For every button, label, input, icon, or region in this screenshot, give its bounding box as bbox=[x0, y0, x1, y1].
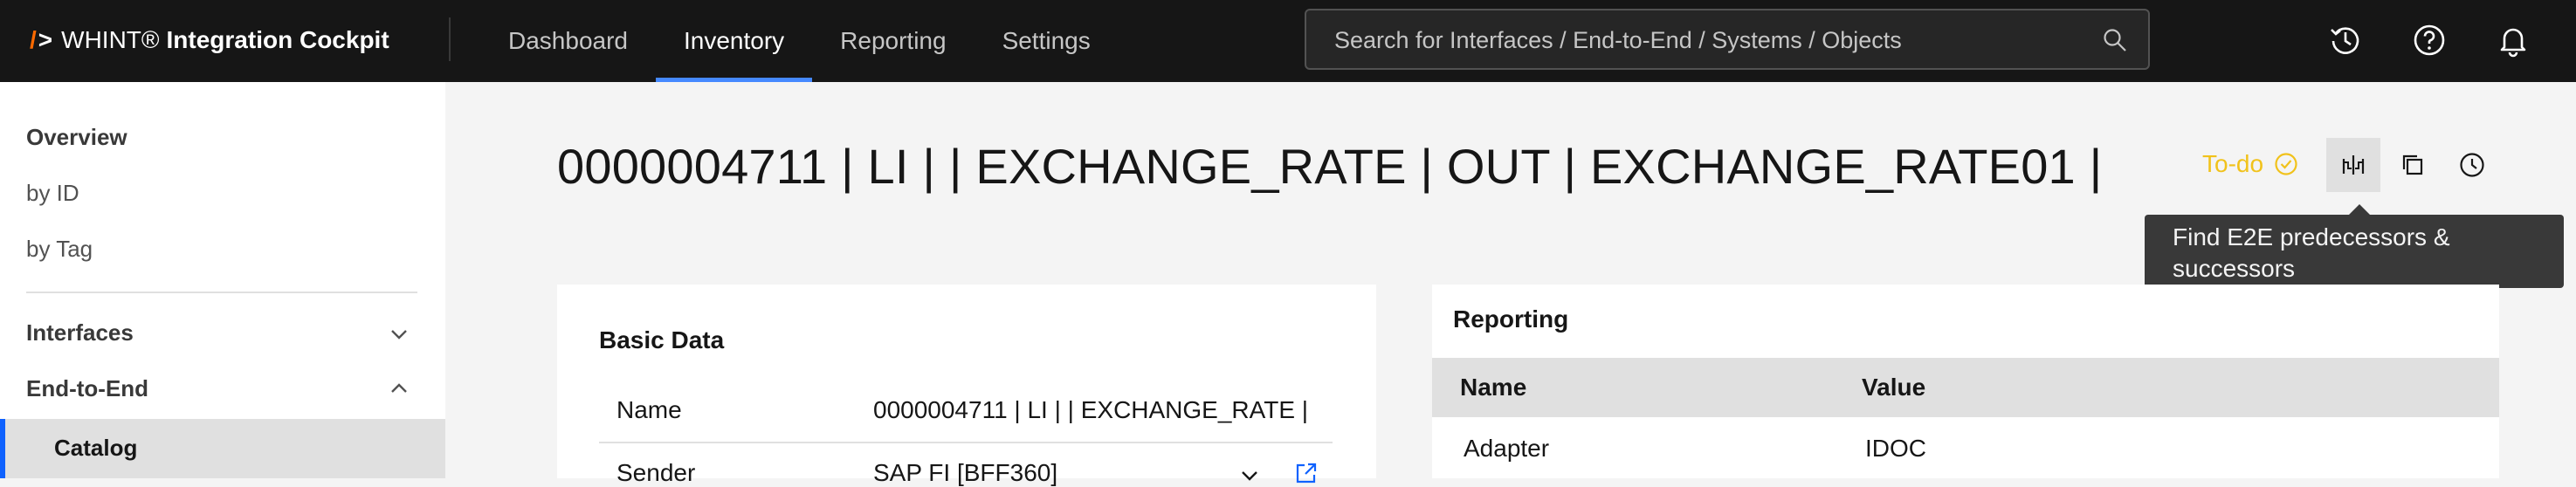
sidebar-item-catalog[interactable]: Catalog bbox=[0, 419, 445, 478]
chevron-down-icon[interactable] bbox=[1240, 466, 1259, 485]
search-input[interactable] bbox=[1333, 10, 2087, 70]
notification-icon[interactable] bbox=[2492, 19, 2534, 61]
help-icon[interactable] bbox=[2408, 19, 2450, 61]
basic-data-title: Basic Data bbox=[599, 326, 725, 353]
nav-dashboard[interactable]: Dashboard bbox=[480, 0, 656, 82]
copy-button[interactable] bbox=[2386, 138, 2440, 192]
table-cell-name: Adapter bbox=[1464, 435, 1550, 462]
chevron-down-icon[interactable] bbox=[389, 325, 409, 344]
top-header: / > WHINT® Integration Cockpit Dashboard… bbox=[0, 0, 2576, 82]
column-header-name[interactable]: Name bbox=[1460, 374, 1526, 401]
logo-brand: WHINT® bbox=[61, 26, 160, 53]
app-logo[interactable]: / > WHINT® Integration Cockpit bbox=[30, 23, 389, 58]
find-e2e-button[interactable] bbox=[2326, 138, 2380, 192]
sender-label: Sender bbox=[616, 459, 696, 486]
name-value: 0000004711 | LI | | EXCHANGE_RATE | bbox=[873, 396, 1309, 423]
global-search bbox=[1305, 9, 2150, 70]
clock-icon bbox=[2460, 153, 2484, 177]
sidebar-item-interfaces[interactable]: Interfaces bbox=[26, 319, 134, 346]
sidebar-item-by-tag[interactable]: by Tag bbox=[26, 236, 93, 263]
sidebar-item-by-id[interactable]: by ID bbox=[26, 180, 79, 207]
reporting-title: Reporting bbox=[1453, 305, 1569, 333]
chevron-up-icon[interactable] bbox=[389, 379, 409, 398]
header-divider bbox=[449, 17, 451, 61]
main-nav: Dashboard Inventory Reporting Settings bbox=[480, 0, 1119, 82]
nav-inventory[interactable]: Inventory bbox=[655, 0, 813, 82]
table-header: Name Value bbox=[1432, 358, 2499, 417]
search-icon[interactable] bbox=[2103, 28, 2127, 52]
logo-slash: / bbox=[30, 26, 37, 53]
sidebar-divider bbox=[26, 292, 417, 293]
reporting-card: Reporting Name Value Adapter IDOC bbox=[1432, 285, 2499, 478]
history-button[interactable] bbox=[2445, 138, 2499, 192]
status-label: To-do bbox=[2202, 150, 2264, 177]
e2e-flow-icon bbox=[2342, 155, 2365, 175]
status-badge[interactable]: To-do bbox=[2202, 150, 2298, 178]
nav-reporting[interactable]: Reporting bbox=[812, 0, 974, 82]
history-icon[interactable] bbox=[2325, 19, 2366, 61]
logo-chevron: > bbox=[38, 26, 53, 53]
name-label: Name bbox=[616, 396, 682, 423]
page-title: 0000004711 | LI | | EXCHANGE_RATE | OUT … bbox=[557, 139, 2103, 194]
active-indicator bbox=[0, 419, 5, 478]
sidebar-item-label: Catalog bbox=[54, 435, 138, 461]
nav-settings[interactable]: Settings bbox=[975, 0, 1119, 82]
tooltip: Find E2E predecessors & successors bbox=[2145, 204, 2564, 288]
table-cell-value: IDOC bbox=[1865, 435, 1926, 462]
sidebar-item-end-to-end[interactable]: End-to-End bbox=[26, 375, 148, 402]
logo-product: Integration Cockpit bbox=[166, 26, 389, 53]
column-header-value[interactable]: Value bbox=[1862, 374, 1925, 401]
sidebar-item-overview[interactable]: Overview bbox=[26, 124, 127, 151]
external-link-icon[interactable] bbox=[1294, 461, 1319, 485]
row-divider bbox=[599, 442, 1333, 443]
sender-value[interactable]: SAP FI [BFF360] bbox=[873, 459, 1057, 487]
basic-data-card: Basic Data Name 0000004711 | LI | | EXCH… bbox=[557, 285, 1376, 486]
copy-icon bbox=[2402, 154, 2423, 175]
check-circle-icon bbox=[2275, 153, 2297, 175]
